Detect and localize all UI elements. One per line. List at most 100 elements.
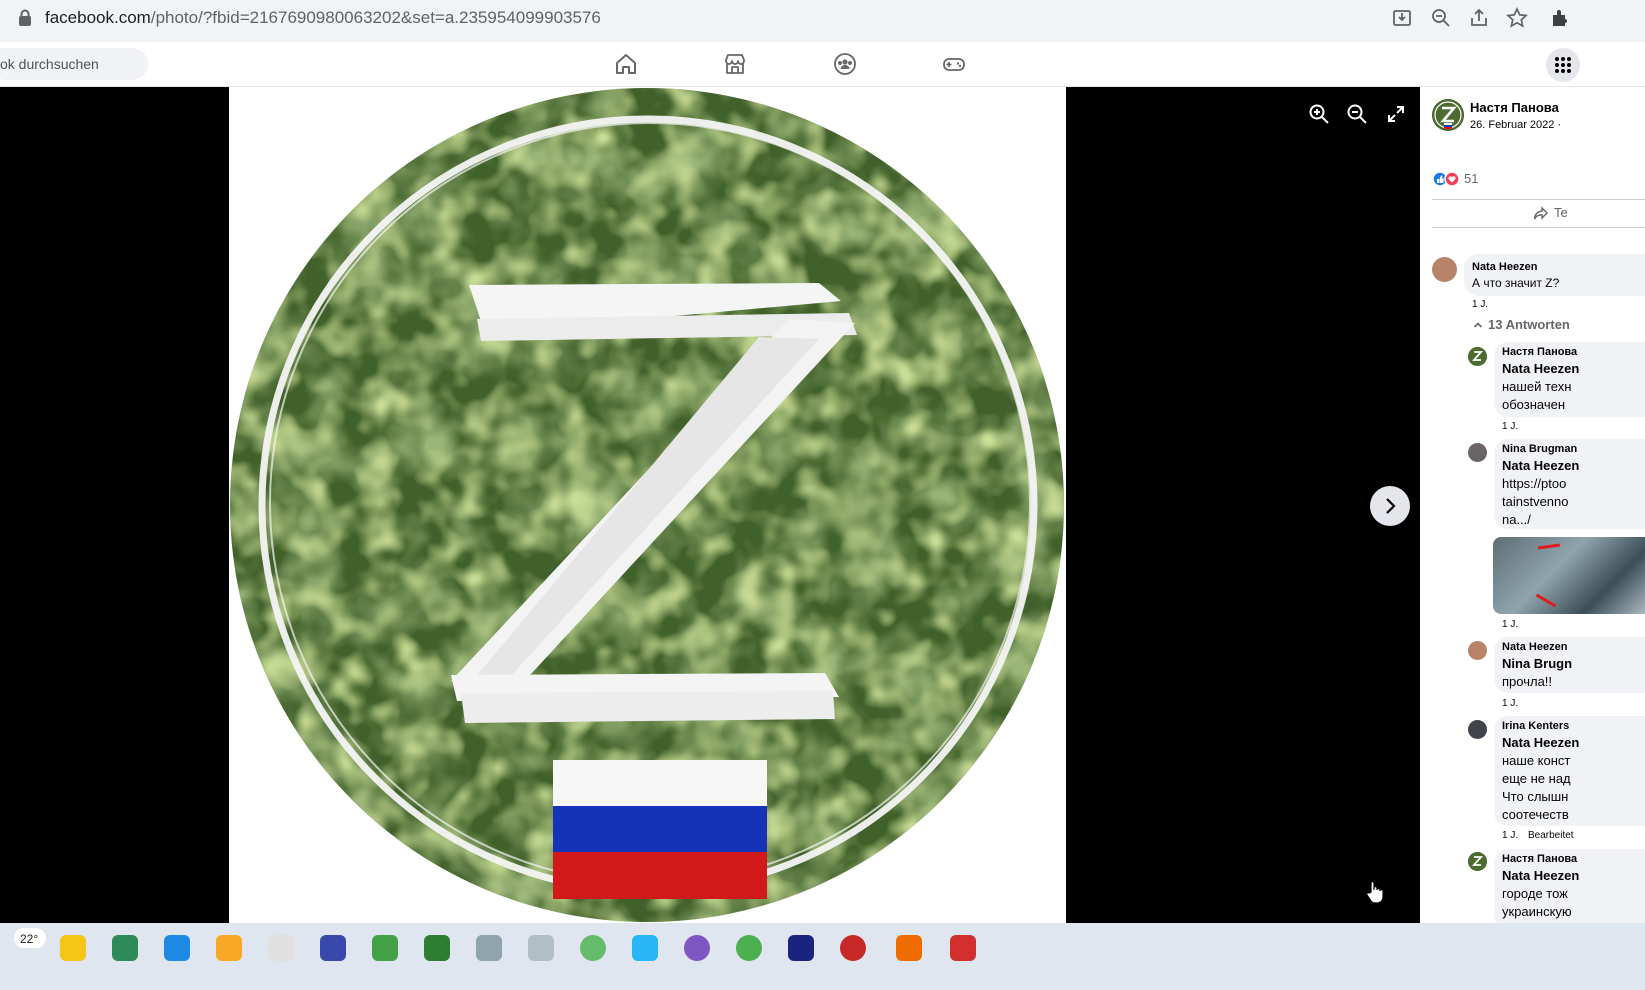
reply-mention[interactable]: Nata Heezen xyxy=(1502,361,1579,376)
menu-grid-button[interactable] xyxy=(1546,48,1580,82)
post-sidebar: Настя Панова 26. Februar 2022 · 51 Te Na… xyxy=(1420,87,1645,923)
taskbar-app-icon[interactable] xyxy=(320,935,346,961)
reply-text: нашей техн xyxy=(1502,379,1572,394)
reply-avatar[interactable] xyxy=(1468,347,1487,366)
taskbar-app-icon[interactable] xyxy=(950,935,976,961)
taskbar-app-icon[interactable] xyxy=(788,935,814,961)
taskbar-app-icon[interactable] xyxy=(424,935,450,961)
divider xyxy=(1432,227,1645,228)
taskbar-app-icon[interactable] xyxy=(840,935,866,961)
taskbar-app-icon[interactable] xyxy=(632,935,658,961)
reply-author[interactable]: Настя Панова xyxy=(1502,853,1577,865)
zoom-out-icon[interactable] xyxy=(1346,103,1368,125)
share-page-icon[interactable] xyxy=(1467,6,1491,30)
reply-mention[interactable]: Nata Heezen xyxy=(1502,868,1579,883)
url-field[interactable]: facebook.com/photo/?fbid=216769098006320… xyxy=(45,8,601,28)
folder-icon[interactable] xyxy=(216,935,242,961)
replies-toggle[interactable]: 13 Antworten xyxy=(1488,317,1570,332)
taskbar-app-icon[interactable] xyxy=(60,935,86,961)
url-domain: facebook.com xyxy=(45,8,151,27)
link-preview-image[interactable] xyxy=(1493,537,1645,614)
russian-flag xyxy=(553,760,767,899)
divider xyxy=(1432,199,1645,200)
browser-address-bar: facebook.com/photo/?fbid=216769098006320… xyxy=(0,0,1645,36)
post-author[interactable]: Настя Панова xyxy=(1470,100,1559,115)
reply-author[interactable]: Nata Heezen xyxy=(1502,641,1567,653)
taskbar-app-icon[interactable] xyxy=(112,935,138,961)
reply-time[interactable]: 1 J. xyxy=(1502,698,1518,709)
lock-icon xyxy=(19,9,31,26)
reply-time[interactable]: 1 J. xyxy=(1502,830,1518,841)
reply-text: еще не над xyxy=(1502,771,1571,786)
reply-time[interactable]: 1 J. xyxy=(1502,421,1518,432)
fullscreen-icon[interactable] xyxy=(1385,103,1407,125)
z-emblem-image xyxy=(230,88,1064,922)
z-avatar-icon xyxy=(1432,99,1464,131)
marketplace-icon[interactable] xyxy=(722,51,748,77)
taskbar-app-icon[interactable] xyxy=(372,935,398,961)
install-app-icon[interactable] xyxy=(1390,6,1414,30)
reply-text: городе тож xyxy=(1502,886,1568,901)
reply-link[interactable]: https://ptoo xyxy=(1502,476,1566,491)
reaction-count[interactable]: 51 xyxy=(1464,171,1478,186)
post-photo xyxy=(229,87,1066,923)
comment-author[interactable]: Nata Heezen xyxy=(1472,261,1537,273)
author-avatar[interactable] xyxy=(1432,99,1464,131)
reactions-icon[interactable] xyxy=(1432,171,1464,187)
extensions-icon[interactable] xyxy=(1548,6,1572,30)
weather-temperature[interactable]: 22° xyxy=(20,932,38,946)
reply-author[interactable]: Irina Kenters xyxy=(1502,720,1569,732)
reply-link[interactable]: tainstvenno xyxy=(1502,494,1569,509)
share-label[interactable]: Te xyxy=(1554,205,1568,220)
taskbar-app-icon[interactable] xyxy=(684,935,710,961)
reply-link[interactable]: na.../ xyxy=(1502,512,1531,527)
facebook-search-input[interactable]: ok durchsuchen xyxy=(0,48,148,80)
photo-viewer xyxy=(0,87,1420,923)
commenter-avatar[interactable] xyxy=(1432,257,1457,282)
os-taskbar: 22° xyxy=(0,923,1645,990)
home-icon[interactable] xyxy=(613,51,639,77)
edited-label: Bearbeitet xyxy=(1528,830,1574,841)
taskbar-app-icon[interactable] xyxy=(528,935,554,961)
next-photo-button[interactable] xyxy=(1370,486,1410,526)
zoom-in-icon[interactable] xyxy=(1308,103,1330,125)
grid-icon xyxy=(1555,57,1571,73)
reply-mention[interactable]: Nata Heezen xyxy=(1502,458,1579,473)
share-icon[interactable] xyxy=(1533,205,1549,221)
z-avatar-icon xyxy=(1468,852,1487,871)
reply-text: наше конст xyxy=(1502,753,1571,768)
reply-text: обозначен xyxy=(1502,397,1566,412)
reply-time[interactable]: 1 J. xyxy=(1502,619,1518,630)
reply-mention[interactable]: Nina Brugn xyxy=(1502,656,1572,671)
reply-avatar[interactable] xyxy=(1468,852,1487,871)
bookmark-star-icon[interactable] xyxy=(1505,6,1529,30)
post-date[interactable]: 26. Februar 2022 · xyxy=(1470,119,1561,131)
reply-text: прочла!! xyxy=(1502,674,1553,689)
reply-avatar[interactable] xyxy=(1468,443,1487,462)
reply-author[interactable]: Настя Панова xyxy=(1502,346,1577,358)
taskbar-app-icon[interactable] xyxy=(580,935,606,961)
taskbar-app-icon[interactable] xyxy=(896,935,922,961)
comment-text: А что значит Z? xyxy=(1472,276,1560,290)
gaming-icon[interactable] xyxy=(941,51,967,77)
reply-text: украинскую xyxy=(1502,904,1572,919)
reply-text: Что слышн xyxy=(1502,789,1569,804)
reply-text: соотечеств xyxy=(1502,807,1569,822)
taskbar-app-icon[interactable] xyxy=(268,935,294,961)
reply-avatar[interactable] xyxy=(1468,641,1487,660)
reply-mention[interactable]: Nata Heezen xyxy=(1502,735,1579,750)
search-placeholder: ok durchsuchen xyxy=(0,56,99,72)
comment-time[interactable]: 1 J. xyxy=(1472,299,1488,310)
taskbar-app-icon[interactable] xyxy=(476,935,502,961)
taskbar-app-icon[interactable] xyxy=(164,935,190,961)
z-avatar-icon xyxy=(1468,347,1487,366)
url-path: /photo/?fbid=2167690980063202&set=a.2359… xyxy=(150,8,601,27)
hand-cursor-icon xyxy=(1366,880,1384,904)
groups-icon[interactable] xyxy=(832,51,858,77)
reply-author[interactable]: Nina Brugman xyxy=(1502,443,1577,455)
reply-avatar[interactable] xyxy=(1468,720,1487,739)
taskbar-app-icon[interactable] xyxy=(736,935,762,961)
chevron-right-icon xyxy=(1386,498,1396,514)
chevron-up-icon[interactable] xyxy=(1473,320,1483,330)
zoom-icon[interactable] xyxy=(1429,6,1453,30)
